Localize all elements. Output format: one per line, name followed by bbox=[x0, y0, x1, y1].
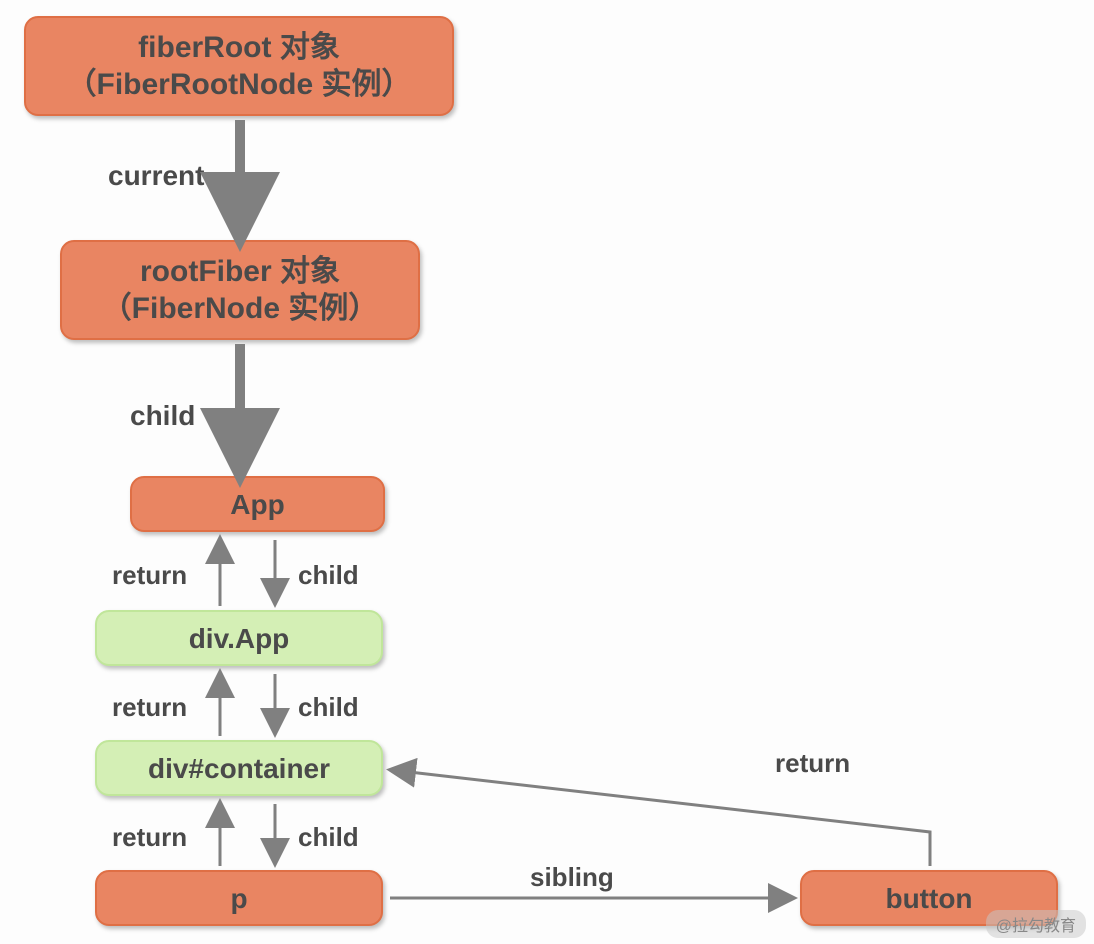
node-root-fiber-line1: rootFiber 对象 bbox=[102, 253, 379, 291]
watermark: @拉勾教育 bbox=[986, 910, 1086, 938]
arrow-return-button-container bbox=[392, 770, 930, 866]
node-div-container: div#container bbox=[95, 740, 383, 796]
label-child-1: child bbox=[130, 400, 195, 432]
label-return-2: return bbox=[112, 692, 187, 723]
label-current: current bbox=[108, 160, 204, 192]
node-root-fiber-line2: （FiberNode 实例） bbox=[102, 290, 379, 328]
node-fiber-root-line2: （FiberRootNode 实例） bbox=[67, 66, 412, 104]
label-child-4: child bbox=[298, 822, 359, 853]
node-root-fiber: rootFiber 对象 （FiberNode 实例） bbox=[60, 240, 420, 340]
node-app: App bbox=[130, 476, 385, 532]
label-child-2: child bbox=[298, 560, 359, 591]
diagram-canvas: fiberRoot 对象 （FiberRootNode 实例） rootFibe… bbox=[0, 0, 1094, 944]
node-p: p bbox=[95, 870, 383, 926]
label-return-3: return bbox=[112, 822, 187, 853]
arrows-overlay bbox=[0, 0, 1094, 944]
node-fiber-root-line1: fiberRoot 对象 bbox=[67, 29, 412, 67]
label-return-1: return bbox=[112, 560, 187, 591]
label-return-button: return bbox=[775, 748, 850, 779]
label-child-3: child bbox=[298, 692, 359, 723]
node-fiber-root: fiberRoot 对象 （FiberRootNode 实例） bbox=[24, 16, 454, 116]
label-sibling: sibling bbox=[530, 862, 614, 893]
node-div-app: div.App bbox=[95, 610, 383, 666]
